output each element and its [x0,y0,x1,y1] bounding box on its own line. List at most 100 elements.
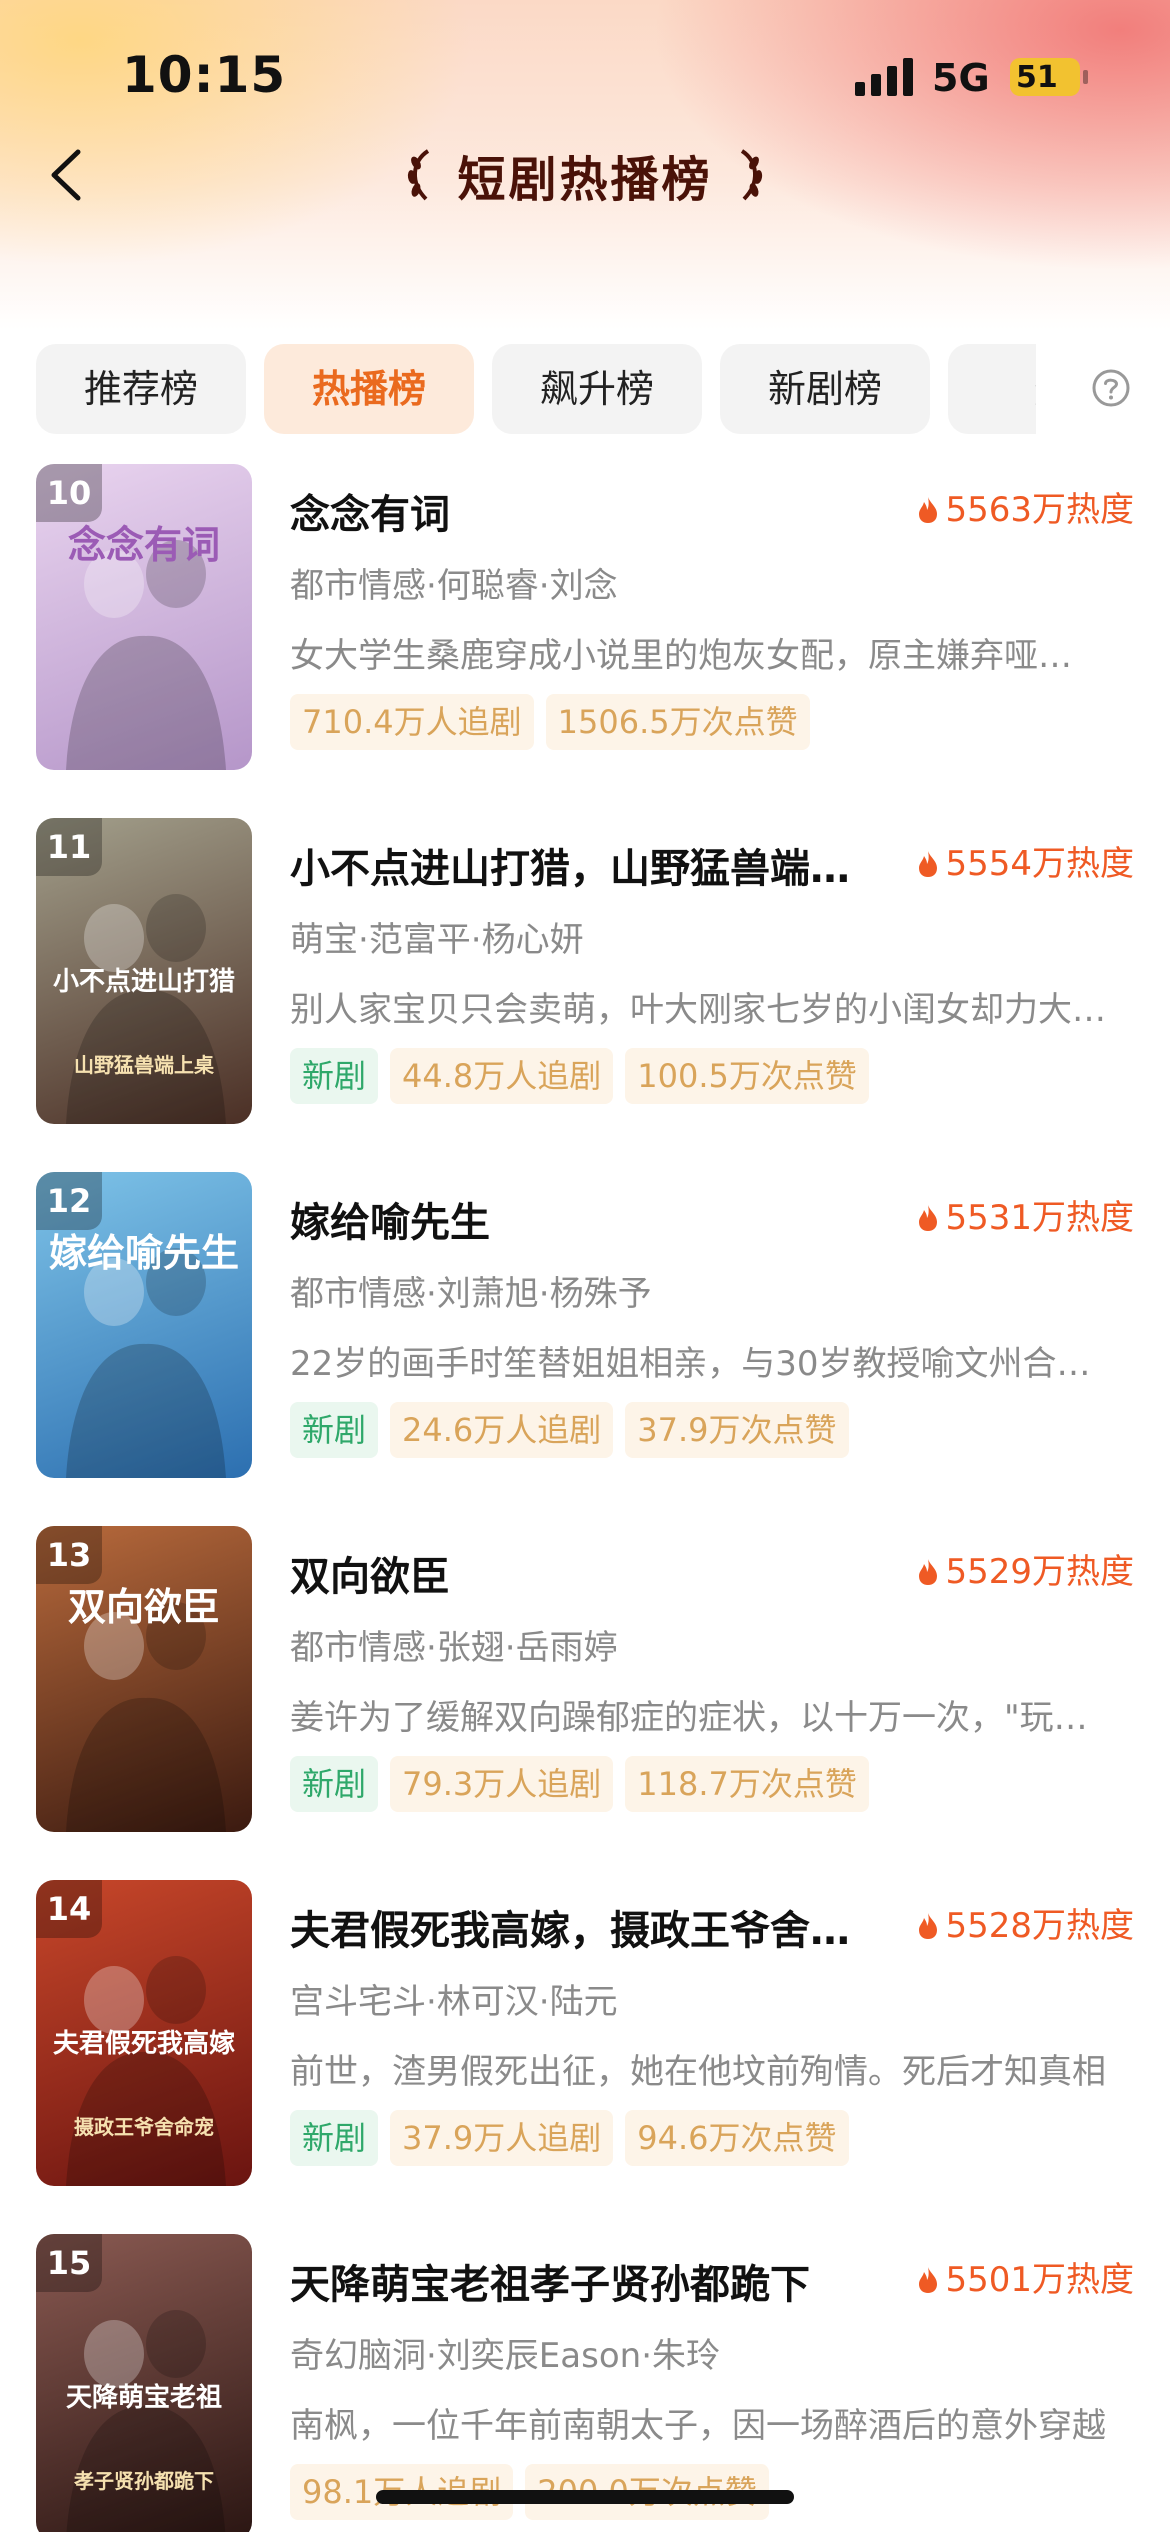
followers-tag: 44.8万人追剧 [390,1048,614,1104]
tab-new[interactable]: 新剧榜 [720,344,930,434]
new-badge: 新剧 [290,1402,379,1458]
drama-poster[interactable]: 天降萌宝老祖孝子贤孙都跪下 15 [36,2234,252,2532]
cellular-signal-icon [855,58,915,96]
drama-tags: 710.4万人追剧 1506.5万次点赞 [290,694,822,750]
drama-title[interactable]: 念念有词 [290,482,880,540]
fire-icon [919,497,938,523]
drama-poster[interactable]: 嫁给喻先生 12 [36,1172,252,1478]
drama-row[interactable]: 念念有词 10 念念有词 5563万热度 都市情感·何聪睿·刘念 女大学生桑鹿穿成小说里的… [0,464,1170,774]
drama-title[interactable]: 天降萌宝老祖孝子贤孙都跪下 [290,2252,880,2310]
followers-tag: 24.6万人追剧 [390,1402,614,1458]
poster-title: 双向欲臣 [67,1584,220,1629]
poster-subtitle: 山野猛兽端上桌 [74,1053,214,1077]
tab-recommend[interactable]: 推荐榜 [36,344,246,434]
drama-poster[interactable]: 小不点进山打猎山野猛兽端上桌 11 [36,818,252,1124]
drama-tags: 新剧 24.6万人追剧 37.9万次点赞 [290,1402,861,1458]
heat-value: 5531万热度 [945,1198,1134,1238]
likes-tag: 94.6万次点赞 [625,2110,849,2166]
drama-title[interactable]: 夫君假死我高嫁，摄政王爷舍命宠 [290,1898,880,1956]
drama-meta: 都市情感·何聪睿·刘念 [290,566,618,606]
followers-tag: 710.4万人追剧 [290,694,534,750]
page-header: 短剧热播榜 [0,140,1170,210]
drama-title[interactable]: 嫁给喻先生 [290,1190,880,1248]
new-badge: 新剧 [290,2110,379,2166]
new-badge: 新剧 [290,1756,379,1812]
rank-badge: 15 [36,2234,102,2292]
drama-row[interactable]: 嫁给喻先生 12 嫁给喻先生 5531万热度 都市情感·刘萧旭·杨殊予 22岁的画手时笙替… [0,1172,1170,1482]
drama-title[interactable]: 双向欲臣 [290,1544,880,1602]
poster-title: 夫君假死我高嫁 [52,2029,235,2059]
drama-poster[interactable]: 双向欲臣 13 [36,1526,252,1832]
new-badge: 新剧 [290,1048,379,1104]
fire-icon [919,1913,938,1939]
heat-value: 5554万热度 [945,844,1134,884]
drama-tags: 新剧 37.9万人追剧 94.6万次点赞 [290,2110,861,2166]
status-time: 10:15 [122,46,287,104]
heat-score: 5528万热度 [917,1898,1134,1947]
drama-row[interactable]: 天降萌宝老祖 孝子贤孙都跪下 15 天降萌宝老祖孝子贤孙都跪下 5501万热度 奇幻脑洞·… [0,2234,1170,2532]
heat-score: 5529万热度 [917,1544,1134,1593]
heat-score: 5531万热度 [917,1190,1134,1239]
drama-tags: 新剧 44.8万人追剧 100.5万次点赞 [290,1048,881,1104]
followers-tag: 37.9万人追剧 [390,2110,614,2166]
followers-tag: 79.3万人追剧 [390,1756,614,1812]
heat-value: 5529万热度 [945,1552,1134,1592]
poster-title: 天降萌宝老祖 [65,2383,222,2413]
likes-tag: 37.9万次点赞 [625,1402,849,1458]
drama-description: 22岁的画手时笙替姐姐相亲，与30岁教授喻文州合约结婚 [290,1344,1116,1384]
rank-badge: 12 [36,1172,102,1230]
poster-subtitle: 孝子贤孙都跪下 [74,2469,214,2493]
rank-badge: 11 [36,818,102,876]
poster-subtitle: 摄政王爷舍命宠 [74,2115,214,2139]
drama-description: 姜许为了缓解双向躁郁症的症状，以十万一次，"玩弄"了他 [290,1698,1116,1738]
poster-title: 念念有词 [67,522,220,567]
drama-meta: 奇幻脑洞·刘奕辰Eason·朱玲 [290,2336,720,2376]
tab-hot-play[interactable]: 热播榜 [264,344,474,434]
drama-description: 南枫，一位千年前南朝太子，因一场醉酒后的意外穿越 [290,2406,1106,2446]
fire-icon [919,2267,938,2293]
poster-title: 嫁给喻先生 [48,1230,239,1275]
drama-description: 女大学生桑鹿穿成小说里的炮灰女配，原主嫌弃哑… [290,636,1072,676]
heat-score: 5563万热度 [917,482,1134,531]
likes-tag: 100.5万次点赞 [625,1048,869,1104]
drama-tags: 新剧 79.3万人追剧 118.7万次点赞 [290,1756,881,1812]
heat-value: 5563万热度 [945,490,1134,530]
fire-icon [919,1559,938,1585]
heat-value: 5501万热度 [945,2260,1134,2300]
fire-icon [919,851,938,877]
laurel-right-icon [740,149,762,201]
drama-row[interactable]: 双向欲臣 13 双向欲臣 5529万热度 都市情感·张翅·岳雨婷 姜许为了缓解双向躁郁症的… [0,1526,1170,1836]
tab-rising[interactable]: 飙升榜 [492,344,702,434]
drama-meta: 都市情感·张翅·岳雨婷 [290,1628,618,1668]
home-indicator [376,2490,794,2504]
tab-hot-partial[interactable]: 热 [948,344,1036,434]
likes-tag: 1506.5万次点赞 [545,694,810,750]
battery-cap [1083,70,1088,84]
drama-description: 别人家宝贝只会卖萌，叶大刚家七岁的小闺女却力大无穷 [290,990,1116,1030]
rank-badge: 14 [36,1880,102,1938]
ranking-tabs: 推荐榜 热播榜 飙升榜 新剧榜 热 [36,344,1036,434]
drama-poster[interactable]: 念念有词 10 [36,464,252,770]
battery-icon: 51 [1010,58,1080,96]
battery-level: 51 [1016,60,1058,95]
rank-badge: 10 [36,464,102,522]
status-bar: 10:15 5G 51 [0,0,1170,150]
network-type: 5G [932,56,990,100]
heat-value: 5528万热度 [945,1906,1134,1946]
drama-meta: 都市情感·刘萧旭·杨殊予 [290,1274,652,1314]
help-icon[interactable] [1091,368,1131,408]
drama-meta: 萌宝·范富平·杨心妍 [290,920,584,960]
drama-description: 前世，渣男假死出征，她在他坟前殉情。死后才知真相 [290,2052,1106,2092]
drama-poster[interactable]: 夫君假死我高嫁摄政王爷舍命宠 14 [36,1880,252,2186]
heat-score: 5501万热度 [917,2252,1134,2301]
rank-badge: 13 [36,1526,102,1584]
drama-row[interactable]: 小不点进山打猎山野猛兽端上桌 11 小不点进山打猎，山野猛兽端上桌 5554万热度萌宝… [0,818,1170,1128]
drama-meta: 宫斗宅斗·林可汉·陆元 [290,1982,618,2022]
laurel-left-icon [408,149,430,201]
drama-row[interactable]: 夫君假死我高嫁摄政王爷舍命宠 14 夫君假死我高嫁，摄政王爷舍命宠 5528万热度宫斗… [0,1880,1170,2190]
poster-title: 小不点进山打猎 [52,967,235,997]
heat-score: 5554万热度 [917,836,1134,885]
fire-icon [919,1205,938,1231]
drama-title[interactable]: 小不点进山打猎，山野猛兽端上桌 [290,836,880,894]
likes-tag: 118.7万次点赞 [625,1756,869,1812]
